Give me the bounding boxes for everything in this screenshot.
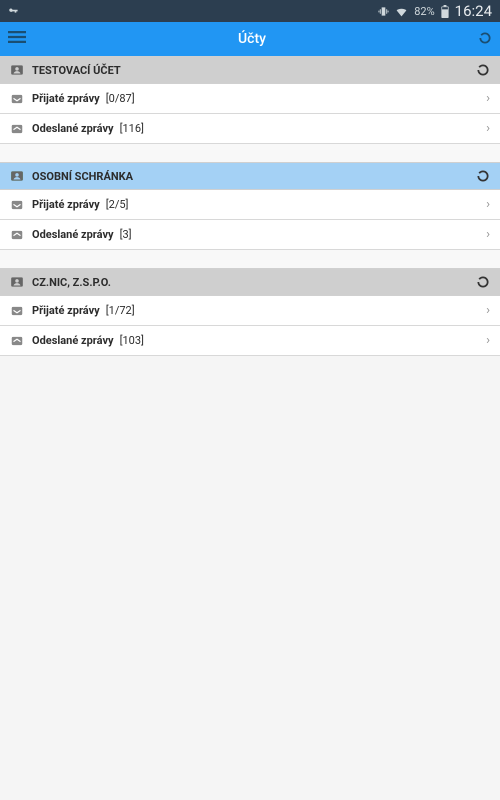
account-name: CZ.NIC, Z.S.P.O. <box>32 276 476 289</box>
account-header-osobni[interactable]: OSOBNÍ SCHRÁNKA <box>0 162 500 190</box>
outbox-icon <box>10 334 24 348</box>
sent-row[interactable]: Odeslané zprávy [103] › <box>0 326 500 356</box>
row-counter: [1/72] <box>106 304 135 317</box>
chevron-right-icon: › <box>486 91 490 106</box>
spacer <box>0 250 500 268</box>
clock-time: 16:24 <box>455 2 492 20</box>
app-bar: Účty <box>0 22 500 56</box>
person-card-icon <box>10 169 24 183</box>
inbox-icon <box>10 198 24 212</box>
chevron-right-icon: › <box>486 121 490 136</box>
spinner-icon <box>476 63 490 77</box>
inbox-icon <box>10 92 24 106</box>
outbox-icon <box>10 122 24 136</box>
row-label: Přijaté zprávy <box>32 92 100 105</box>
received-row[interactable]: Přijaté zprávy [0/87] › <box>0 84 500 114</box>
battery-percent: 82% <box>414 5 434 18</box>
hamburger-icon <box>8 28 26 46</box>
sent-row[interactable]: Odeslané zprávy [3] › <box>0 220 500 250</box>
row-counter: [116] <box>120 122 144 135</box>
received-row[interactable]: Přijaté zprávy [1/72] › <box>0 296 500 326</box>
spinner-icon <box>476 169 490 183</box>
chevron-right-icon: › <box>486 333 490 348</box>
key-icon <box>8 6 18 16</box>
row-label: Odeslané zprávy <box>32 228 114 241</box>
row-counter: [0/87] <box>106 92 135 105</box>
account-header-cznic[interactable]: CZ.NIC, Z.S.P.O. <box>0 268 500 296</box>
row-counter: [103] <box>120 334 144 347</box>
page-title: Účty <box>26 31 478 47</box>
spinner-icon <box>478 31 492 45</box>
spacer <box>0 144 500 162</box>
row-label: Odeslané zprávy <box>32 122 114 135</box>
refresh-button[interactable] <box>478 30 492 49</box>
chevron-right-icon: › <box>486 197 490 212</box>
outbox-icon <box>10 228 24 242</box>
person-card-icon <box>10 275 24 289</box>
chevron-right-icon: › <box>486 303 490 318</box>
menu-button[interactable] <box>8 28 26 50</box>
row-label: Odeslané zprávy <box>32 334 114 347</box>
row-counter: [2/5] <box>106 198 129 211</box>
battery-icon <box>441 5 449 18</box>
status-bar: 82% 16:24 <box>0 0 500 22</box>
spinner-icon <box>476 275 490 289</box>
accounts-list: TESTOVACÍ ÚČET Přijaté zprávy [0/87] › O… <box>0 56 500 356</box>
sent-row[interactable]: Odeslané zprávy [116] › <box>0 114 500 144</box>
account-header-testovaci[interactable]: TESTOVACÍ ÚČET <box>0 56 500 84</box>
received-row[interactable]: Přijaté zprávy [2/5] › <box>0 190 500 220</box>
inbox-icon <box>10 304 24 318</box>
chevron-right-icon: › <box>486 227 490 242</box>
person-card-icon <box>10 63 24 77</box>
account-name: TESTOVACÍ ÚČET <box>32 64 476 77</box>
vibrate-icon <box>378 6 389 17</box>
account-name: OSOBNÍ SCHRÁNKA <box>32 170 476 183</box>
wifi-icon <box>395 5 408 18</box>
row-label: Přijaté zprávy <box>32 198 100 211</box>
row-counter: [3] <box>120 228 132 241</box>
row-label: Přijaté zprávy <box>32 304 100 317</box>
